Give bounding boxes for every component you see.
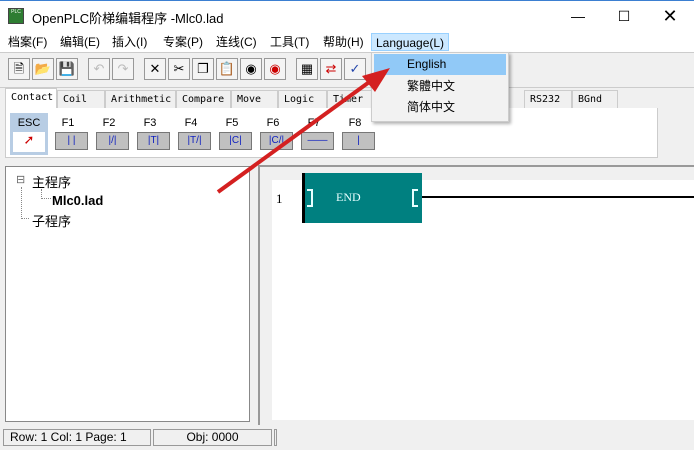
red-arrow-annotation bbox=[216, 68, 390, 194]
